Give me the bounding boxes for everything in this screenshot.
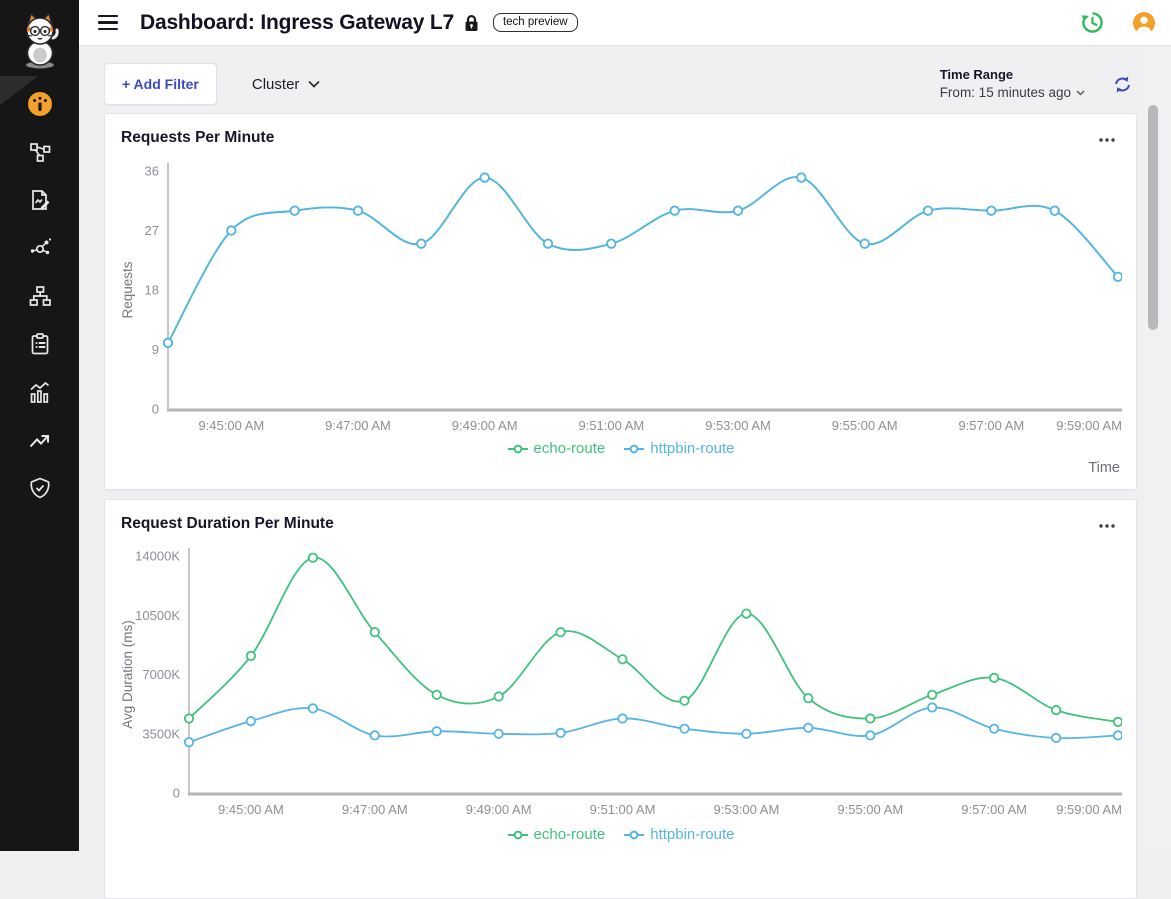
chevron-down-icon	[308, 80, 320, 88]
svg-text:9:55:00 AM: 9:55:00 AM	[832, 418, 898, 433]
svg-text:9: 9	[152, 342, 159, 357]
page-title: Dashboard: Ingress Gateway L7	[140, 11, 454, 35]
legend-item-httpbin-route[interactable]: httpbin-route	[623, 826, 734, 843]
ellipsis-icon	[1098, 137, 1116, 143]
trend-arrow-icon	[27, 428, 52, 453]
lock-icon	[464, 14, 479, 32]
svg-text:14000K: 14000K	[135, 549, 180, 564]
document-edit-icon	[28, 188, 52, 212]
topology-icon	[28, 140, 52, 164]
svg-text:0: 0	[152, 402, 159, 417]
metrics-chart-icon	[27, 380, 52, 405]
sitemap-icon	[28, 284, 52, 308]
legend-marker-icon	[507, 829, 529, 841]
svg-text:9:55:00 AM: 9:55:00 AM	[837, 802, 903, 817]
time-range-label: Time Range	[940, 66, 1085, 84]
time-range-value: From: 15 minutes ago	[940, 84, 1071, 102]
dashboard-content: + Add Filter Cluster Time Range From: 15…	[79, 46, 1171, 851]
chart-legend: echo-route httpbin-route	[121, 826, 1120, 843]
card-title: Requests Per Minute	[121, 129, 274, 147]
svg-text:18: 18	[145, 283, 159, 298]
card-title: Request Duration Per Minute	[121, 515, 334, 533]
svg-text:27: 27	[145, 223, 159, 238]
service-mesh-icon	[28, 236, 52, 260]
clipboard-list-icon	[28, 332, 52, 356]
add-filter-button[interactable]: + Add Filter	[104, 63, 217, 105]
sidebar-item-dashboards[interactable]	[0, 80, 79, 128]
user-avatar-icon	[1132, 11, 1156, 35]
legend-marker-icon	[623, 443, 645, 455]
chart-legend: echo-route httpbin-route	[121, 440, 1120, 457]
chevron-down-icon	[1076, 90, 1085, 96]
sidebar-item-topology[interactable]	[0, 128, 79, 176]
svg-text:9:59:00 AM: 9:59:00 AM	[1056, 802, 1122, 817]
svg-text:Avg Duration (ms): Avg Duration (ms)	[121, 620, 135, 729]
x-axis-title: Time	[121, 460, 1120, 476]
sidebar-item-trends[interactable]	[0, 416, 79, 464]
history-button[interactable]	[1080, 10, 1105, 35]
request-duration-chart: 0 3500K 7000K 10500K 14000K 9:45:00 AM 9:47:00…	[121, 542, 1122, 824]
svg-text:9:51:00 AM: 9:51:00 AM	[578, 418, 644, 433]
legend-item-echo-route[interactable]: echo-route	[507, 826, 606, 843]
card-menu-button[interactable]	[1094, 129, 1120, 148]
cluster-dropdown[interactable]: Cluster	[246, 75, 327, 94]
sidebar-item-security[interactable]	[0, 464, 79, 512]
filter-toolbar: + Add Filter Cluster Time Range From: 15…	[104, 62, 1137, 106]
svg-text:7000K: 7000K	[142, 667, 180, 682]
legend-marker-icon	[623, 829, 645, 841]
refresh-icon	[1113, 75, 1132, 94]
cluster-label: Cluster	[252, 76, 300, 93]
svg-text:Requests: Requests	[121, 261, 135, 318]
time-range-selector[interactable]: Time Range From: 15 minutes ago	[940, 66, 1085, 102]
cat-mascot-icon	[17, 12, 63, 70]
sidebar-nav	[0, 80, 79, 512]
svg-text:9:59:00 AM: 9:59:00 AM	[1056, 418, 1122, 433]
gauge-dashboard-icon	[26, 90, 54, 118]
svg-text:9:51:00 AM: 9:51:00 AM	[590, 802, 656, 817]
legend-item-httpbin-route[interactable]: httpbin-route	[623, 440, 734, 457]
sidebar-item-zones[interactable]	[0, 272, 79, 320]
requests-per-minute-chart: 0 9 18 27 36 9:45:00 AM 9:47:00 AM 9:49:00 AM 9:…	[121, 156, 1122, 438]
svg-text:9:47:00 AM: 9:47:00 AM	[325, 418, 391, 433]
sidebar-item-metrics[interactable]	[0, 368, 79, 416]
legend-item-echo-route[interactable]: echo-route	[507, 440, 606, 457]
header: Dashboard: Ingress Gateway L7 tech previ…	[79, 0, 1171, 46]
sidebar-item-policies[interactable]	[0, 176, 79, 224]
svg-text:3500K: 3500K	[142, 726, 180, 741]
tech-preview-badge: tech preview	[493, 13, 578, 32]
cat-mascot-logo[interactable]	[17, 12, 63, 70]
shield-check-icon	[28, 476, 52, 500]
svg-text:9:57:00 AM: 9:57:00 AM	[961, 802, 1027, 817]
hamburger-icon[interactable]	[98, 15, 118, 31]
svg-text:36: 36	[145, 164, 159, 179]
svg-text:9:57:00 AM: 9:57:00 AM	[958, 418, 1024, 433]
legend-marker-icon	[507, 443, 529, 455]
scrollbar-thumb[interactable]	[1148, 105, 1158, 330]
svg-text:9:49:00 AM: 9:49:00 AM	[466, 802, 532, 817]
sidebar-item-registry[interactable]	[0, 320, 79, 368]
sidebar-item-services[interactable]	[0, 224, 79, 272]
svg-text:9:49:00 AM: 9:49:00 AM	[452, 418, 518, 433]
svg-text:9:47:00 AM: 9:47:00 AM	[342, 802, 408, 817]
user-avatar[interactable]	[1132, 11, 1156, 35]
request-duration-card: Request Duration Per Minute 0 3500K 7000K 1…	[104, 499, 1137, 899]
svg-text:9:45:00 AM: 9:45:00 AM	[198, 418, 264, 433]
svg-text:9:45:00 AM: 9:45:00 AM	[218, 802, 284, 817]
svg-text:10500K: 10500K	[135, 608, 180, 623]
refresh-button[interactable]	[1113, 75, 1132, 94]
sidebar	[0, 0, 79, 851]
card-menu-button[interactable]	[1094, 515, 1120, 534]
svg-text:0: 0	[173, 786, 180, 801]
requests-per-minute-card: Requests Per Minute 0 9 18 27 36 9:45:00 AM 9:…	[104, 113, 1137, 490]
svg-text:9:53:00 AM: 9:53:00 AM	[705, 418, 771, 433]
svg-text:9:53:00 AM: 9:53:00 AM	[714, 802, 780, 817]
history-icon	[1080, 10, 1105, 35]
ellipsis-icon	[1098, 523, 1116, 529]
